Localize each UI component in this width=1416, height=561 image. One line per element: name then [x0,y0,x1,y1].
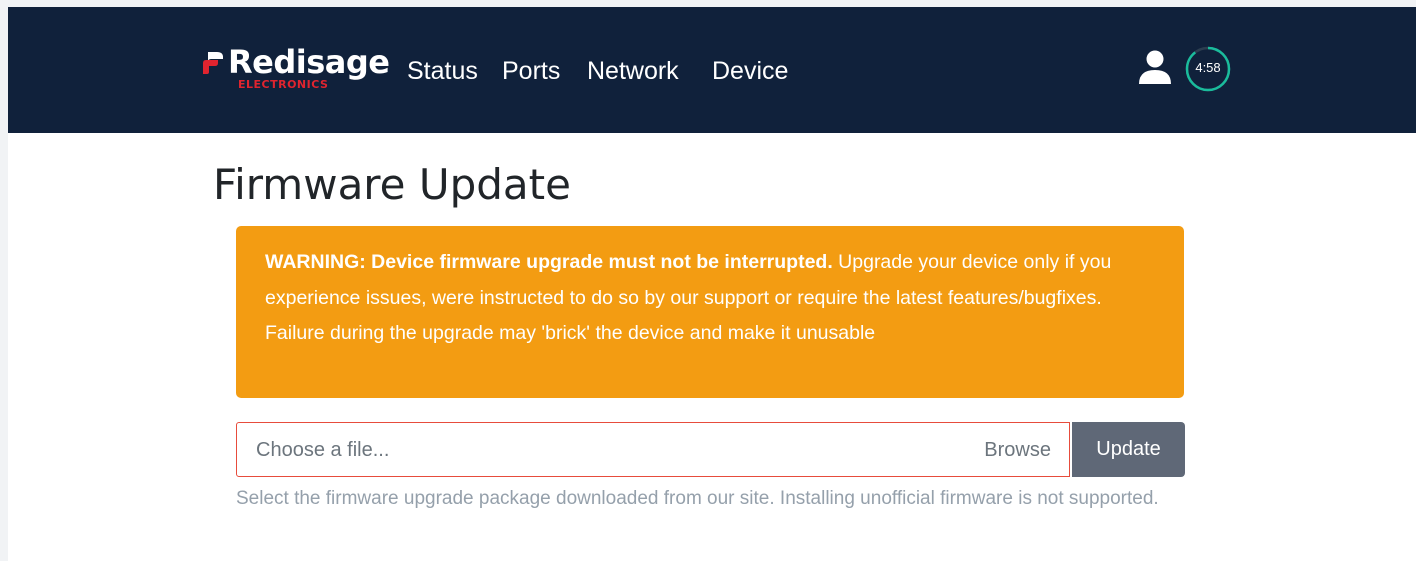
top-navbar: Redisage ELECTRONICS Status Ports Networ… [8,7,1416,133]
file-input-placeholder: Choose a file... [256,439,390,461]
app-window: Redisage ELECTRONICS Status Ports Networ… [0,0,1416,561]
user-icon[interactable] [1137,49,1173,85]
session-timer-text: 4:58 [1195,60,1221,75]
brand-logo[interactable]: Redisage ELECTRONICS [200,41,400,101]
file-help-text: Select the firmware upgrade package down… [236,488,1159,509]
nav-network[interactable]: Network [587,57,679,86]
window-top-edge [0,0,1416,7]
update-button[interactable]: Update [1072,422,1185,477]
nav-status[interactable]: Status [407,57,478,86]
page-title: Firmware Update [213,160,571,209]
redisage-logo-icon [203,52,223,74]
firmware-file-input[interactable]: Choose a file... Browse [236,422,1070,477]
session-timer: 4:58 [1184,45,1232,93]
nav-device[interactable]: Device [712,57,788,86]
brand-name: Redisage [228,43,390,81]
brand-subtitle: ELECTRONICS [238,78,329,91]
nav-ports[interactable]: Ports [502,57,560,86]
browse-button[interactable]: Browse [984,439,1051,462]
warning-strong-text: WARNING: Device firmware upgrade must no… [265,251,833,273]
window-left-edge [0,0,8,561]
warning-alert: WARNING: Device firmware upgrade must no… [236,226,1184,398]
